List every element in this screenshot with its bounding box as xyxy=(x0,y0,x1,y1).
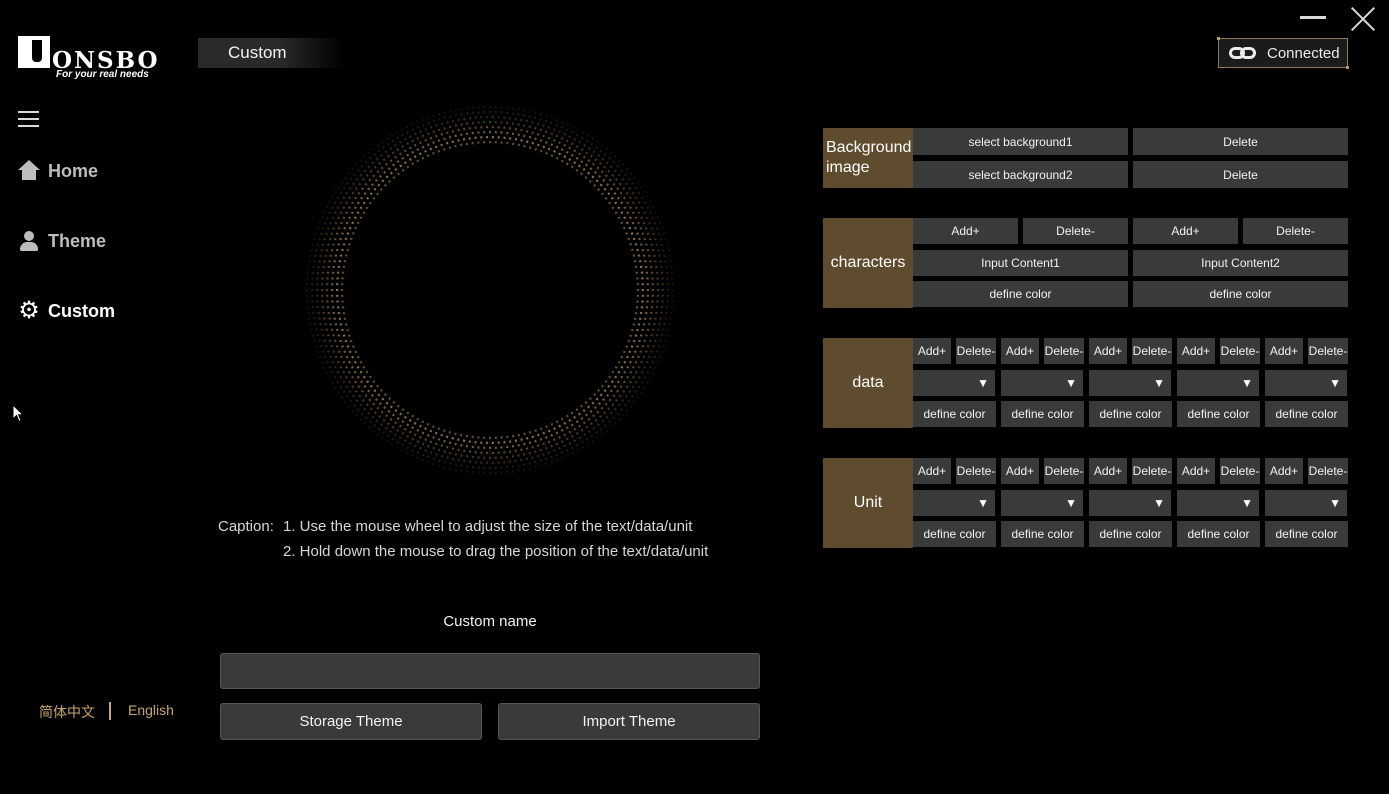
select-background2-button[interactable]: select background2 xyxy=(913,161,1128,188)
data-delete-button[interactable]: Delete- xyxy=(1044,338,1084,364)
data-add-button[interactable]: Add+ xyxy=(913,338,951,364)
input-content2-button[interactable]: Input Content2 xyxy=(1133,250,1348,276)
chevron-down-icon: ▼ xyxy=(977,496,989,510)
unit-delete-button[interactable]: Delete- xyxy=(1132,458,1172,484)
connection-status-label: Connected xyxy=(1267,44,1340,62)
delete-background1-button[interactable]: Delete xyxy=(1133,128,1348,155)
unit-select[interactable]: ▼ xyxy=(913,490,995,516)
data-delete-button[interactable]: Delete- xyxy=(1132,338,1172,364)
chevron-down-icon: ▼ xyxy=(1329,376,1341,390)
lang-chinese[interactable]: 简体中文 xyxy=(39,702,95,722)
caption-label: Caption: xyxy=(218,518,274,535)
user-icon xyxy=(18,230,40,252)
sidebar-item-label: Theme xyxy=(48,230,107,251)
select-background1-button[interactable]: select background1 xyxy=(913,128,1128,155)
unit-delete-button[interactable]: Delete- xyxy=(1044,458,1084,484)
page-title: Custom xyxy=(198,38,344,68)
chevron-down-icon: ▼ xyxy=(1241,496,1253,510)
gear-icon: ⚙ xyxy=(18,297,40,324)
chevron-down-icon: ▼ xyxy=(1065,376,1077,390)
unit-delete-button[interactable]: Delete- xyxy=(956,458,996,484)
characters-define-color-button-1[interactable]: define color xyxy=(913,281,1128,307)
data-select[interactable]: ▼ xyxy=(1177,370,1259,396)
characters-define-color-button-2[interactable]: define color xyxy=(1133,281,1348,307)
unit-define-color-button[interactable]: define color xyxy=(913,521,996,547)
chevron-down-icon: ▼ xyxy=(1329,496,1341,510)
characters-delete-button-2[interactable]: Delete- xyxy=(1243,218,1348,244)
characters-label: characters xyxy=(823,218,913,308)
delete-background2-button[interactable]: Delete xyxy=(1133,161,1348,188)
sidebar-item-label: Custom xyxy=(48,300,115,321)
unit-add-button[interactable]: Add+ xyxy=(1265,458,1303,484)
logo-tagline: For your real needs xyxy=(56,69,149,80)
unit-select[interactable]: ▼ xyxy=(1177,490,1259,516)
unit-add-button[interactable]: Add+ xyxy=(1177,458,1215,484)
unit-label: Unit xyxy=(823,458,913,548)
unit-delete-button[interactable]: Delete- xyxy=(1220,458,1260,484)
caption-line-1: 1. Use the mouse wheel to adjust the siz… xyxy=(283,518,693,535)
sidebar-item-theme[interactable]: Theme xyxy=(18,230,106,252)
chevron-down-icon: ▼ xyxy=(1153,376,1165,390)
data-delete-button[interactable]: Delete- xyxy=(1220,338,1260,364)
theme-preview[interactable] xyxy=(304,104,676,476)
data-define-color-button[interactable]: define color xyxy=(1089,401,1172,427)
lang-divider xyxy=(109,702,111,720)
unit-define-color-button[interactable]: define color xyxy=(1001,521,1084,547)
storage-theme-button[interactable]: Storage Theme xyxy=(220,703,482,740)
data-select[interactable]: ▼ xyxy=(1001,370,1083,396)
unit-define-color-button[interactable]: define color xyxy=(1265,521,1348,547)
chevron-down-icon: ▼ xyxy=(977,376,989,390)
data-define-color-button[interactable]: define color xyxy=(1265,401,1348,427)
chevron-down-icon: ▼ xyxy=(1153,496,1165,510)
unit-add-button[interactable]: Add+ xyxy=(913,458,951,484)
data-add-button[interactable]: Add+ xyxy=(1089,338,1127,364)
chevron-down-icon: ▼ xyxy=(1241,376,1253,390)
data-define-color-button[interactable]: define color xyxy=(913,401,996,427)
characters-add-button-1[interactable]: Add+ xyxy=(913,218,1018,244)
characters-add-button-2[interactable]: Add+ xyxy=(1133,218,1238,244)
unit-add-button[interactable]: Add+ xyxy=(1001,458,1039,484)
unit-define-color-button[interactable]: define color xyxy=(1177,521,1260,547)
input-content1-button[interactable]: Input Content1 xyxy=(913,250,1128,276)
background-image-label: Background image xyxy=(823,128,913,188)
caption-line-2: 2. Hold down the mouse to drag the posit… xyxy=(283,543,709,560)
data-label: data xyxy=(823,338,913,428)
unit-add-button[interactable]: Add+ xyxy=(1089,458,1127,484)
unit-select[interactable]: ▼ xyxy=(1265,490,1347,516)
data-delete-button[interactable]: Delete- xyxy=(956,338,996,364)
data-select[interactable]: ▼ xyxy=(1265,370,1347,396)
custom-name-label: Custom name xyxy=(443,613,537,630)
close-icon[interactable] xyxy=(1349,4,1377,32)
hamburger-icon[interactable] xyxy=(18,111,39,127)
sidebar-item-custom[interactable]: ⚙ Custom xyxy=(18,297,115,324)
data-add-button[interactable]: Add+ xyxy=(1001,338,1039,364)
data-delete-button[interactable]: Delete- xyxy=(1308,338,1348,364)
minimize-icon[interactable] xyxy=(1300,16,1326,19)
jonsbo-logo: ONSBO For your real needs xyxy=(18,34,173,84)
lang-english[interactable]: English xyxy=(128,702,174,718)
chevron-down-icon: ▼ xyxy=(1065,496,1077,510)
data-select[interactable]: ▼ xyxy=(1089,370,1171,396)
preview-ring xyxy=(306,106,674,474)
data-add-button[interactable]: Add+ xyxy=(1177,338,1215,364)
custom-name-input[interactable] xyxy=(220,653,760,689)
data-define-color-button[interactable]: define color xyxy=(1001,401,1084,427)
sidebar-item-home[interactable]: Home xyxy=(18,160,98,182)
logo-mark xyxy=(18,36,50,68)
data-add-button[interactable]: Add+ xyxy=(1265,338,1303,364)
home-icon xyxy=(18,160,40,182)
data-select[interactable]: ▼ xyxy=(913,370,995,396)
data-define-color-button[interactable]: define color xyxy=(1177,401,1260,427)
characters-delete-button-1[interactable]: Delete- xyxy=(1023,218,1128,244)
unit-delete-button[interactable]: Delete- xyxy=(1308,458,1348,484)
connection-status[interactable]: Connected xyxy=(1217,37,1349,69)
link-icon xyxy=(1229,46,1259,60)
unit-define-color-button[interactable]: define color xyxy=(1089,521,1172,547)
unit-select[interactable]: ▼ xyxy=(1001,490,1083,516)
unit-select[interactable]: ▼ xyxy=(1089,490,1171,516)
sidebar-item-label: Home xyxy=(48,160,99,181)
import-theme-button[interactable]: Import Theme xyxy=(498,703,760,740)
